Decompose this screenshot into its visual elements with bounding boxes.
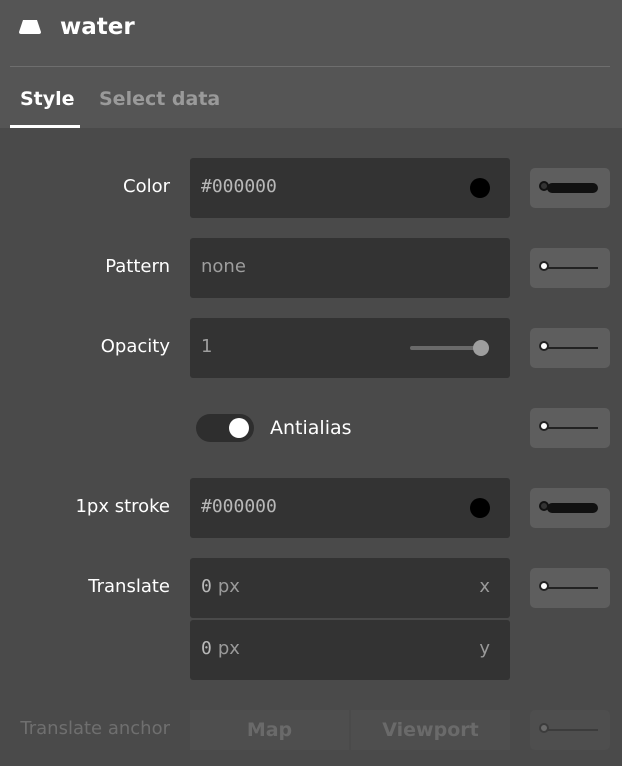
zoom-function-dot (539, 581, 549, 591)
opacity-zoom-function-button[interactable] (530, 328, 610, 368)
pattern-zoom-function-button[interactable] (530, 248, 610, 288)
pattern-field[interactable]: none (190, 238, 510, 298)
translate-x-field[interactable]: 0 px x (190, 558, 510, 618)
opacity-label: Opacity (100, 336, 170, 357)
anchor-map-button[interactable]: Map (190, 710, 349, 750)
stroke-zoom-function-button[interactable] (530, 488, 610, 528)
toggle-knob (229, 418, 249, 438)
stroke-field[interactable]: #000000 (190, 478, 510, 538)
stroke-label: 1px stroke (75, 496, 170, 517)
active-tab-indicator (10, 125, 80, 128)
translate-zoom-function-button[interactable] (530, 568, 610, 608)
antialias-label: Antialias (270, 417, 352, 439)
color-zoom-function-button[interactable] (530, 168, 610, 208)
antialias-toggle[interactable] (196, 414, 254, 442)
zoom-function-icon (547, 729, 598, 731)
fill-layer-icon (19, 20, 41, 34)
color-field[interactable]: #000000 (190, 158, 510, 218)
zoom-function-dot (539, 341, 549, 351)
zoom-function-dot (539, 501, 549, 511)
translate-y-field[interactable]: 0 px y (190, 620, 510, 680)
translate-x-axis: x (479, 576, 490, 597)
translate-y-axis: y (479, 638, 490, 659)
translate-y-number: 0 (201, 638, 212, 659)
zoom-function-icon (547, 587, 598, 589)
zoom-function-dot (539, 261, 549, 271)
zoom-function-icon (547, 183, 598, 193)
color-label: Color (123, 176, 170, 197)
tab-style[interactable]: Style (20, 84, 75, 114)
zoom-function-icon (547, 503, 598, 513)
zoom-function-dot (539, 723, 549, 733)
header-divider (10, 66, 610, 67)
translate-x-value: 0 px (201, 574, 240, 600)
translate-x-number: 0 (201, 576, 212, 597)
translate-label: Translate (88, 576, 170, 597)
antialias-zoom-function-button[interactable] (530, 408, 610, 448)
translate-y-unit: px (217, 638, 240, 659)
opacity-value: 1 (201, 336, 213, 357)
opacity-field[interactable]: 1 (190, 318, 510, 378)
opacity-slider-track[interactable] (410, 346, 480, 350)
stroke-swatch[interactable] (470, 498, 490, 518)
anchor-viewport-button[interactable]: Viewport (351, 710, 510, 750)
color-value: #000000 (201, 176, 277, 197)
translate-anchor-zoom-function-button[interactable] (530, 710, 610, 750)
zoom-function-dot (539, 181, 549, 191)
zoom-function-icon (547, 267, 598, 269)
color-swatch[interactable] (470, 178, 490, 198)
translate-anchor-label: Translate anchor (20, 718, 170, 739)
pattern-value: none (201, 256, 246, 277)
layer-title: water (60, 14, 135, 40)
zoom-function-dot (539, 421, 549, 431)
pattern-label: Pattern (105, 256, 170, 277)
zoom-function-icon (547, 347, 598, 349)
tab-select-data[interactable]: Select data (99, 84, 220, 114)
stroke-value: #000000 (201, 496, 277, 517)
translate-y-value: 0 px (201, 636, 240, 662)
translate-x-unit: px (217, 576, 240, 597)
panel-header: water Style Select data (0, 0, 622, 128)
zoom-function-icon (547, 427, 598, 429)
opacity-slider-handle[interactable] (473, 340, 489, 356)
